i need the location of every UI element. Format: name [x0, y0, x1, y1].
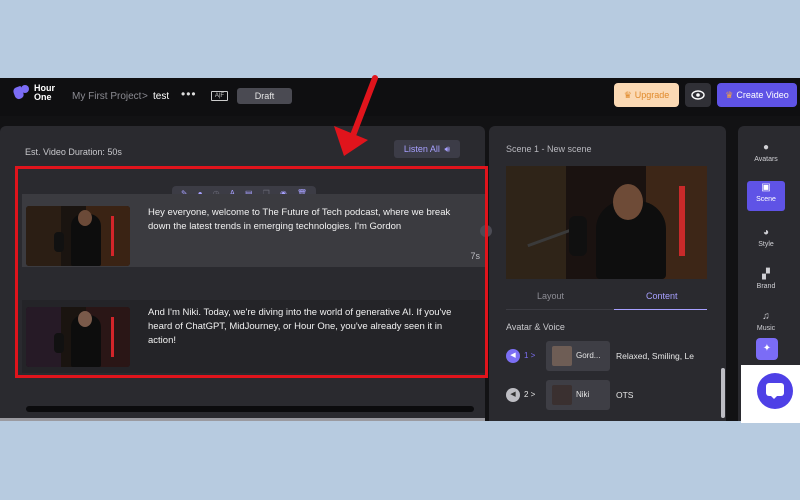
tab-content[interactable]: Content — [646, 291, 678, 301]
breadcrumb-separator: > — [142, 91, 148, 102]
avatar-row[interactable]: ◀ 2 > Niki OTS — [506, 380, 701, 410]
more-options-icon[interactable]: ••• — [181, 87, 197, 101]
magic-sparkle-icon[interactable]: ✦ — [756, 338, 778, 360]
chat-widget-area — [741, 365, 800, 423]
tab-layout[interactable]: Layout — [537, 291, 564, 301]
music-icon: ♫ — [762, 311, 770, 322]
avatar-name: Gord... — [576, 351, 601, 360]
scene-title: Scene 1 - New scene — [506, 144, 592, 154]
draft-status-button[interactable]: Draft — [237, 88, 292, 104]
top-bar: Hour One My First Project > test ••• A|F… — [0, 78, 800, 116]
avatar-chip[interactable]: Gord... — [546, 341, 610, 371]
estimated-duration: Est. Video Duration: 50s — [25, 147, 122, 157]
rail-item-style[interactable]: ◕ Style — [747, 226, 785, 256]
crown-icon: ♛ — [623, 90, 632, 100]
avatar-thumbnail — [552, 346, 572, 366]
rail-item-music[interactable]: ♫ Music — [747, 310, 785, 340]
scene-icon: ▣ — [761, 182, 771, 193]
hour-one-logo[interactable]: Hour One — [13, 84, 55, 102]
chat-button[interactable] — [757, 373, 793, 409]
listen-all-label: Listen All — [403, 144, 440, 154]
annotation-highlight-box — [15, 166, 488, 378]
aspect-ratio-icon[interactable]: A|F — [211, 91, 228, 101]
listen-all-button[interactable]: Listen All 🔊︎ — [394, 140, 460, 158]
rail-item-scene[interactable]: ▣ Scene — [747, 181, 785, 211]
logo-icon — [13, 84, 31, 102]
create-video-button[interactable]: ♛ Create Video — [717, 83, 797, 107]
avatar-chip[interactable]: Niki — [546, 380, 610, 410]
create-video-label: Create Video — [736, 90, 789, 100]
bottom-edge — [0, 418, 485, 421]
settings-tabs: Layout Content — [506, 286, 707, 310]
breadcrumb-project[interactable]: My First Project — [72, 91, 141, 102]
scene-preview[interactable] — [506, 166, 707, 279]
speaker-icon[interactable]: ◀ — [506, 388, 520, 402]
logo-text-line2: One — [34, 92, 52, 102]
annotation-arrow-icon — [334, 75, 378, 156]
scene-settings-panel: Scene 1 - New scene Layout Content Avata… — [489, 126, 726, 421]
timeline-scrollbar[interactable] — [26, 406, 474, 412]
avatar-name: Niki — [576, 390, 590, 399]
rail-item-avatars[interactable]: ● Avatars — [747, 141, 785, 171]
avatar-description[interactable]: OTS — [616, 390, 701, 400]
rail-item-label: Scene — [756, 196, 776, 203]
chat-bubble-icon — [766, 383, 784, 399]
rail-item-label: Style — [758, 241, 774, 248]
rail-item-label: Music — [756, 325, 776, 332]
breadcrumb-current[interactable]: test — [153, 91, 169, 102]
avatar-number: 1 > — [524, 351, 536, 360]
person-icon: ● — [762, 142, 770, 153]
brand-icon: ▞ — [762, 269, 770, 280]
rail-item-label: Brand — [756, 283, 776, 290]
avatar-description[interactable]: Relaxed, Smiling, Le — [616, 351, 701, 361]
active-tab-indicator — [614, 309, 707, 310]
rail-item-brand[interactable]: ▞ Brand — [747, 268, 785, 298]
avatar-thumbnail — [552, 385, 572, 405]
preview-button[interactable] — [685, 83, 711, 107]
upgrade-button[interactable]: ♛ Upgrade — [614, 83, 679, 107]
speaker-icon: 🔊︎ — [444, 144, 451, 154]
rail-item-label: Avatars — [754, 156, 778, 163]
speaker-icon[interactable]: ◀ — [506, 349, 520, 363]
palette-icon: ◕ — [762, 227, 770, 238]
eye-icon — [691, 90, 705, 100]
avatar-voice-title: Avatar & Voice — [506, 322, 565, 332]
panel-scrollbar[interactable] — [721, 368, 725, 418]
avatar-row[interactable]: ◀ 1 > Gord... Relaxed, Smiling, Le — [506, 341, 701, 371]
avatar-number: 2 > — [524, 390, 536, 399]
upgrade-label: Upgrade — [634, 90, 670, 100]
crown-icon: ♛ — [725, 90, 734, 100]
